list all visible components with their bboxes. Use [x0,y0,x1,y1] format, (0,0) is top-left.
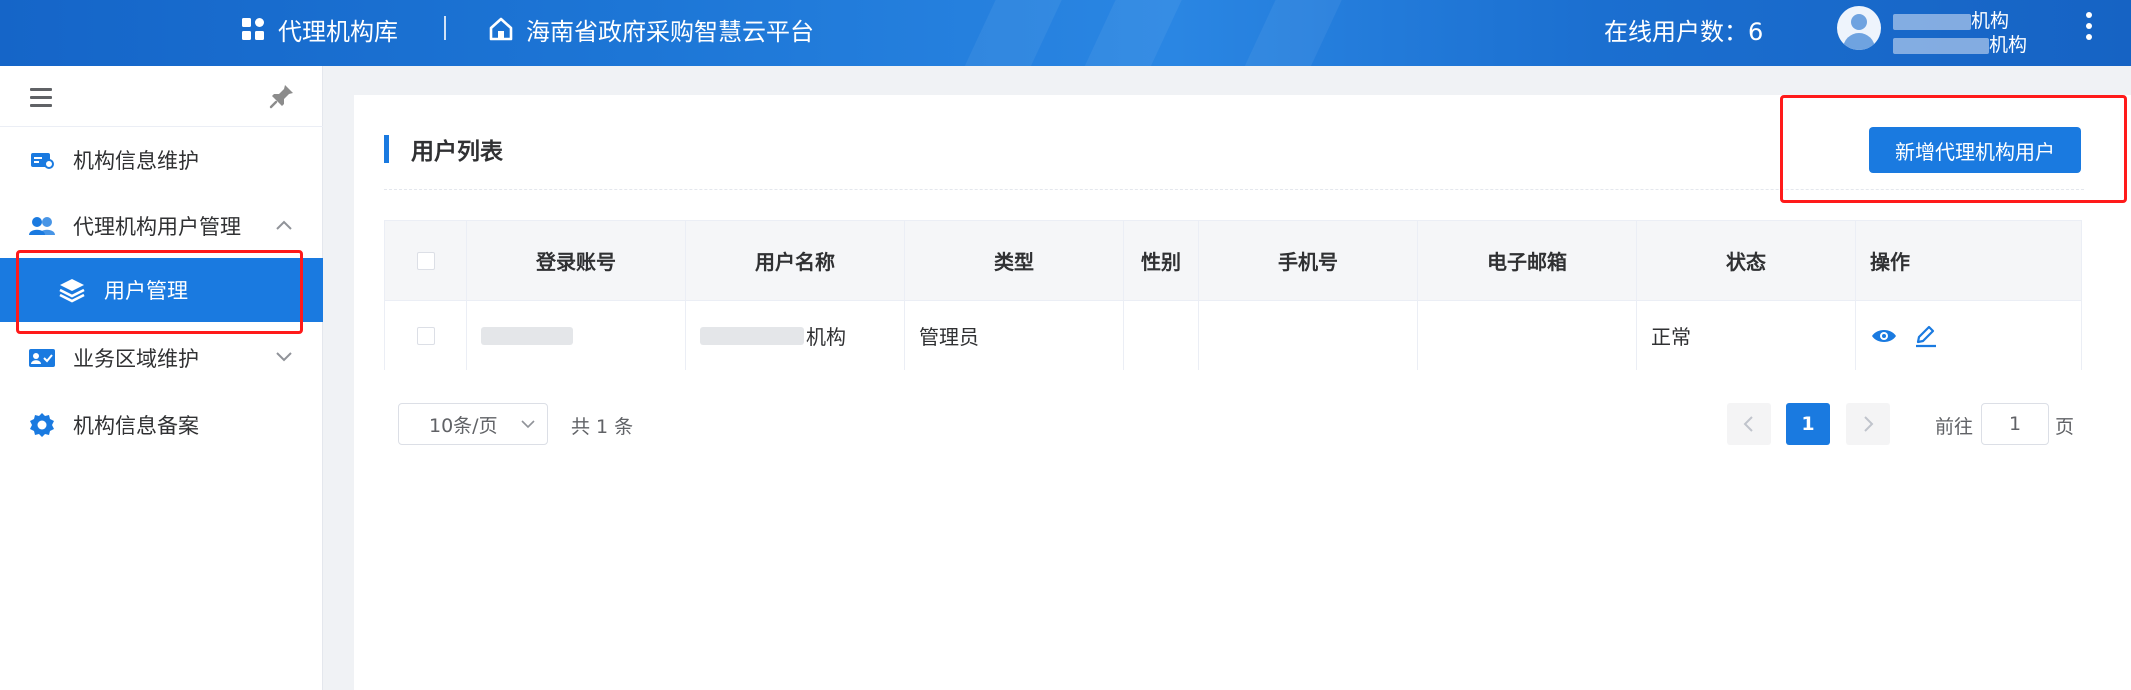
sidebar-divider [0,126,323,127]
select-all-checkbox[interactable] [416,251,435,270]
user-org-name: 机构 [1893,6,2009,33]
sidebar-item-user-mgmt[interactable]: 用户管理 [0,258,323,322]
title-divider [384,189,2084,190]
sidebar-item-region[interactable]: 业务区域维护 [0,326,323,390]
sidebar-item-org-info[interactable]: 机构信息维护 [0,128,323,192]
platform-home-link[interactable]: 海南省政府采购智慧云平台 [488,0,814,58]
chevron-right-icon [1864,416,1874,432]
col-type: 类型 [905,221,1124,300]
user-avatar[interactable] [1837,6,1881,50]
cell-actions [1856,301,2081,370]
online-users-count: 在线用户数：6 [1604,17,1764,46]
redacted-login [481,326,573,345]
col-email: 电子邮箱 [1418,221,1637,300]
chevron-left-icon [1743,416,1753,432]
menu-toggle-icon[interactable] [30,88,52,107]
cell-phone [1199,301,1418,370]
col-actions: 操作 [1870,250,1910,274]
page-number-current[interactable]: 1 [1786,403,1830,445]
chevron-up-icon [276,220,292,230]
edit-icon[interactable] [1912,324,1940,348]
user-role: 机构 [1893,30,2027,57]
sidebar-item-label: 机构信息维护 [73,149,199,173]
total-count: 共 1 条 [571,416,634,438]
gear-icon [30,413,54,437]
cell-status: 正常 [1637,301,1856,370]
goto-page-input[interactable] [1981,403,2049,445]
sidebar-item-org-filing[interactable]: 机构信息备案 [0,393,323,457]
goto-suffix: 页 [2055,416,2075,438]
table-row: 机构 管理员 正常 [385,300,2081,370]
col-status: 状态 [1637,221,1856,300]
row-select-cell [385,301,467,370]
next-page-button[interactable] [1846,403,1890,445]
add-agency-user-button[interactable]: 新增代理机构用户 [1869,127,2081,173]
cell-username: 机构 [686,301,905,370]
id-card-icon [31,153,54,169]
cell-type: 管理员 [905,301,1124,370]
header-separator [444,16,446,40]
user-table: 登录账号 用户名称 类型 性别 手机号 电子邮箱 状态 操作 机构 管理员 正常 [384,220,2082,370]
page-size-select[interactable]: 10条/页 [398,403,548,445]
title-accent [384,135,389,163]
cell-login-account [467,301,686,370]
layers-icon [59,279,85,303]
eye-icon[interactable] [1870,324,1898,348]
chevron-down-icon [521,420,535,429]
sidebar-item-label: 代理机构用户管理 [73,215,241,239]
table-header: 登录账号 用户名称 类型 性别 手机号 电子邮箱 状态 操作 [385,221,2081,300]
sidebar-item-agency-user-mgmt[interactable]: 代理机构用户管理 [0,194,323,258]
prev-page-button[interactable] [1727,403,1771,445]
top-header: 代理机构库 海南省政府采购智慧云平台 在线用户数：6 机构 机构 [0,0,2131,66]
region-card-icon [29,349,55,367]
chevron-down-icon [276,352,292,362]
row-checkbox[interactable] [416,326,435,345]
select-all-cell [385,221,467,300]
app-name-link[interactable]: 代理机构库 [240,0,398,58]
col-username: 用户名称 [686,221,905,300]
home-icon [489,17,513,41]
cell-email [1418,301,1637,370]
col-gender: 性别 [1124,221,1199,300]
page-title: 用户列表 [411,139,503,165]
pin-icon[interactable] [268,82,296,110]
grid-icon [242,18,264,40]
platform-name: 海南省政府采购智慧云平台 [526,17,814,46]
cell-gender [1124,301,1199,370]
sidebar-item-label: 业务区域维护 [73,347,199,371]
redacted-username [700,326,804,345]
app-name: 代理机构库 [278,17,398,46]
more-vertical-icon[interactable] [2085,12,2093,46]
goto-prefix: 前往 [1935,416,1974,438]
main-panel [354,95,2131,690]
sidebar-item-label: 机构信息备案 [73,414,199,438]
sidebar-item-label: 用户管理 [104,279,188,303]
users-icon [29,217,55,235]
col-phone: 手机号 [1199,221,1418,300]
col-login-account: 登录账号 [467,221,686,300]
